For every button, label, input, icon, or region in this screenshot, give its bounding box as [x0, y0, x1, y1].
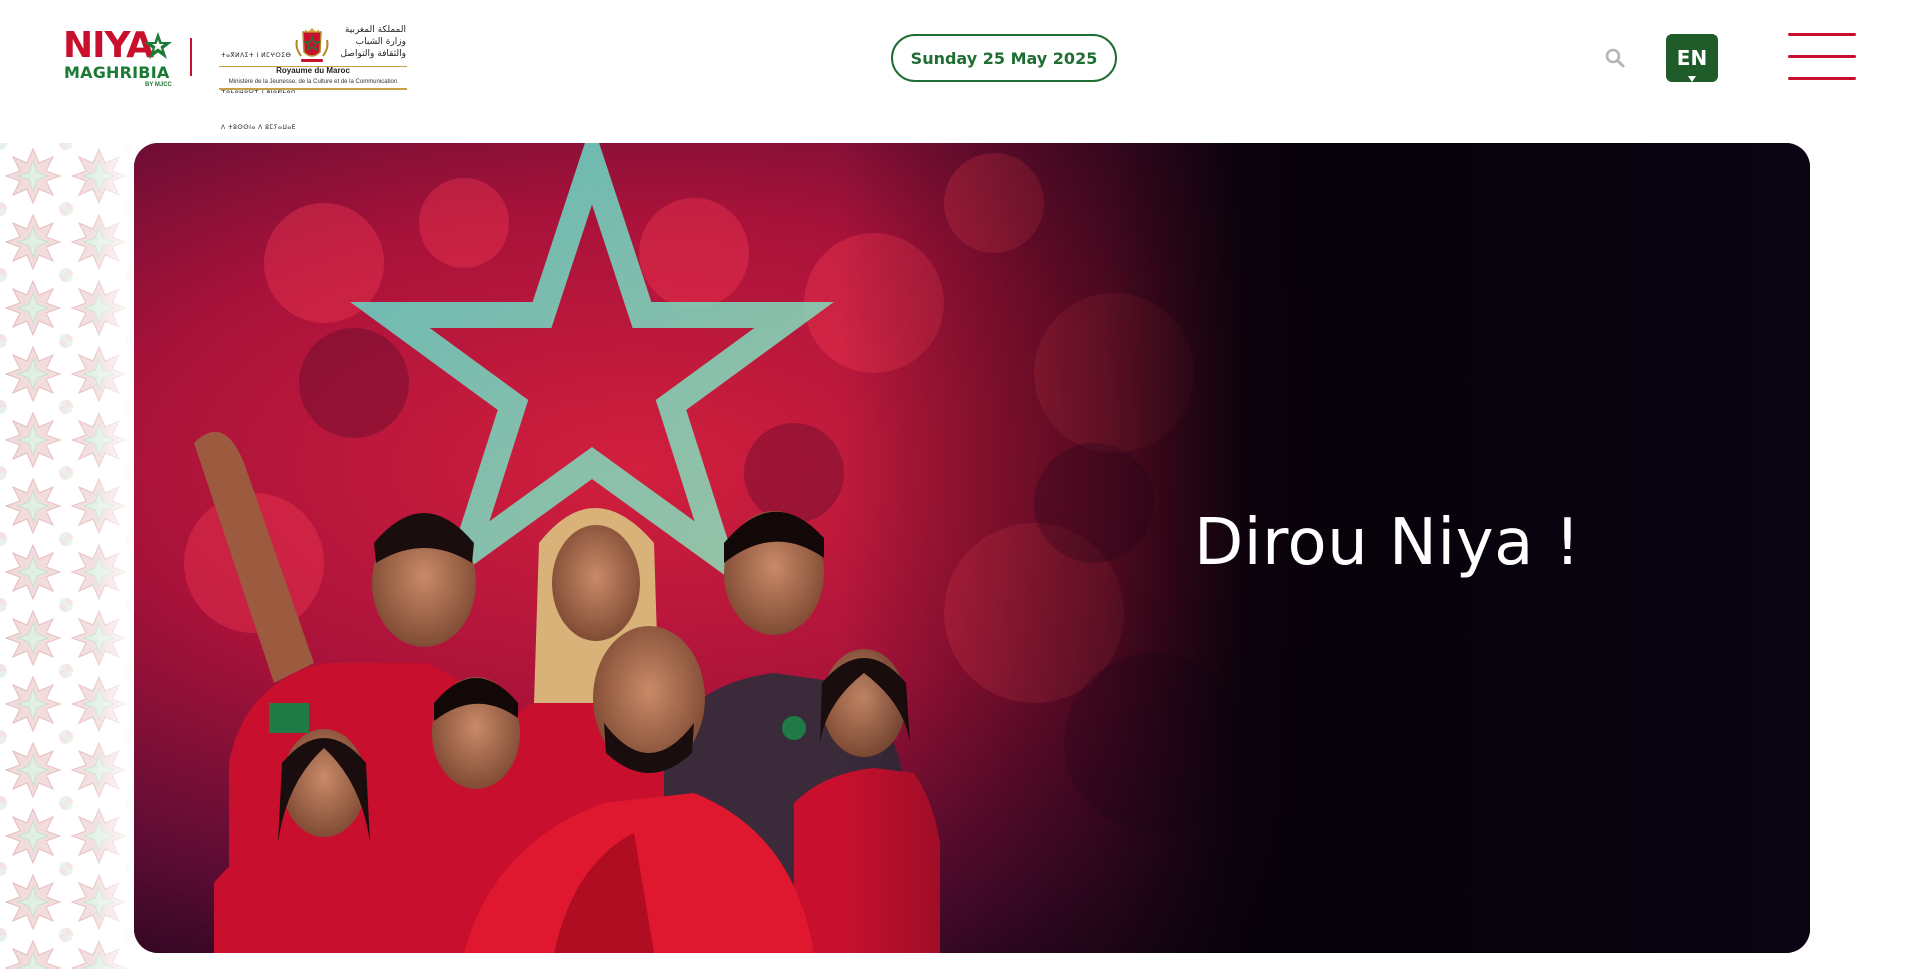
ministry-name-label: Ministère de la Jeunesse, de la Culture …: [228, 79, 398, 85]
hamburger-menu-button[interactable]: [1788, 30, 1858, 82]
menu-bar: [1788, 55, 1856, 58]
royal-emblem-icon: [295, 28, 329, 62]
ministry-rule: [219, 88, 407, 90]
brand-name-top: NIYA: [63, 25, 154, 66]
moroccan-star-icon: [144, 32, 172, 59]
logo-divider: [190, 38, 192, 76]
ministry-royaume-label: Royaume du Maroc: [276, 66, 350, 75]
hero-banner: Dirou Niya !: [134, 143, 1810, 953]
current-date-badge: Sunday 25 May 2025: [891, 34, 1117, 82]
language-switcher-button[interactable]: EN: [1666, 34, 1718, 82]
niya-maghribia-logo[interactable]: NIYA MAGHRIBIA BY MJCC: [63, 28, 175, 90]
menu-bar: [1788, 33, 1856, 36]
ministry-arabic-text: المملكة المغربية وزارة الشباب والثقافة و…: [340, 25, 406, 59]
search-button[interactable]: [1603, 46, 1627, 70]
chevron-down-icon: [1688, 76, 1696, 82]
hero-title: Dirou Niya !: [1194, 506, 1581, 580]
site-header: NIYA MAGHRIBIA BY MJCC ⵜⴰⴳⵍⴷⵉⵜ ⵏ ⵍⵎⵖⵔⵉⴱ …: [0, 0, 1920, 131]
zellige-pattern-decoration: [0, 143, 132, 969]
brand-by-line: BY MJCC: [145, 82, 172, 88]
brand-name-bottom: MAGHRIBIA: [64, 63, 170, 82]
menu-bar: [1788, 77, 1856, 80]
ministry-logo: ⵜⴰⴳⵍⴷⵉⵜ ⵏ ⵍⵎⵖⵔⵉⴱ ⵜⴰⵎⴰⵡⴰⵙⵜ ⵏ ⵓⵏⴰⵍⵎⴰⴷ ⴷ ⵜⵓ…: [219, 22, 407, 131]
search-icon: [1605, 48, 1625, 68]
ministry-tifinagh-text: ⵜⴰⴳⵍⴷⵉⵜ ⵏ ⵍⵎⵖⵔⵉⴱ ⵜⴰⵎⴰⵡⴰⵙⵜ ⵏ ⵓⵏⴰⵍⵎⴰⴷ ⴷ ⵜⵓ…: [221, 52, 297, 131]
page: NIYA MAGHRIBIA BY MJCC ⵜⴰⴳⵍⴷⵉⵜ ⵏ ⵍⵎⵖⵔⵉⴱ …: [0, 0, 1920, 969]
